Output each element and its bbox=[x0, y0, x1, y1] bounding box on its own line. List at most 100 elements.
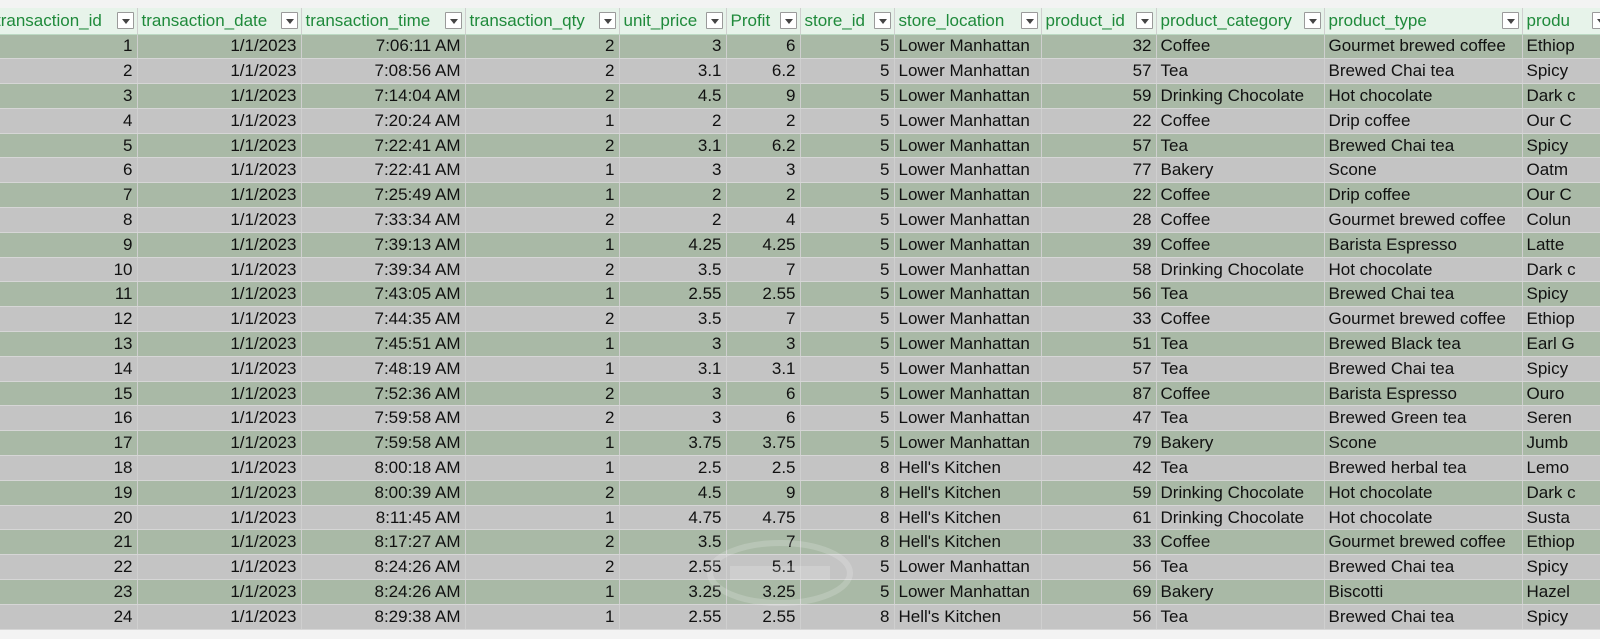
cell-transaction-qty[interactable]: 2 bbox=[465, 306, 620, 333]
cell-product-detail[interactable]: Oatm bbox=[1522, 157, 1600, 184]
cell-transaction-date[interactable]: 1/1/2023 bbox=[137, 554, 302, 581]
cell-transaction-qty[interactable]: 1 bbox=[465, 331, 620, 357]
cell-product-category[interactable]: Drinking Chocolate bbox=[1156, 505, 1325, 531]
cell-product-detail[interactable]: Spicy bbox=[1522, 604, 1600, 630]
cell-product-type[interactable]: Scone bbox=[1324, 157, 1523, 184]
cell-product-detail[interactable]: Lemo bbox=[1522, 455, 1600, 481]
cell-unit-price[interactable]: 3 bbox=[619, 157, 727, 184]
cell-store-location[interactable]: Lower Manhattan bbox=[894, 554, 1042, 581]
cell-product-id[interactable]: 87 bbox=[1041, 381, 1157, 407]
cell-product-category[interactable]: Tea bbox=[1156, 58, 1325, 85]
column-header-transaction-id[interactable]: transaction_id bbox=[0, 8, 138, 35]
cell-product-detail[interactable]: Colun bbox=[1522, 207, 1600, 233]
cell-unit-price[interactable]: 4.5 bbox=[619, 83, 727, 109]
cell-product-detail[interactable]: Spicy bbox=[1522, 58, 1600, 85]
cell-transaction-time[interactable]: 7:22:41 AM bbox=[301, 157, 466, 184]
cell-product-detail[interactable]: Ethiop bbox=[1522, 34, 1600, 60]
cell-transaction-qty[interactable]: 1 bbox=[465, 505, 620, 531]
cell-store-id[interactable]: 5 bbox=[800, 579, 895, 605]
cell-transaction-id[interactable]: 23 bbox=[0, 579, 138, 605]
column-header-store-id[interactable]: store_id bbox=[800, 8, 895, 35]
cell-product-category[interactable]: Drinking Chocolate bbox=[1156, 83, 1325, 109]
cell-product-id[interactable]: 28 bbox=[1041, 207, 1157, 233]
cell-store-id[interactable]: 5 bbox=[800, 430, 895, 457]
column-header-transaction-time[interactable]: transaction_time bbox=[301, 8, 466, 35]
cell-product-type[interactable]: Drip coffee bbox=[1324, 182, 1523, 209]
cell-product-detail[interactable]: Dark c bbox=[1522, 480, 1600, 506]
cell-transaction-id[interactable]: 21 bbox=[0, 529, 138, 556]
cell-unit-price[interactable]: 3.75 bbox=[619, 430, 727, 457]
cell-product-detail[interactable]: Spicy bbox=[1522, 356, 1600, 382]
cell-store-id[interactable]: 5 bbox=[800, 554, 895, 581]
cell-unit-price[interactable]: 3.5 bbox=[619, 306, 727, 333]
cell-transaction-time[interactable]: 7:48:19 AM bbox=[301, 356, 466, 382]
cell-product-type[interactable]: Brewed Chai tea bbox=[1324, 554, 1523, 581]
cell-transaction-date[interactable]: 1/1/2023 bbox=[137, 505, 302, 531]
cell-unit-price[interactable]: 2 bbox=[619, 207, 727, 233]
cell-product-id[interactable]: 56 bbox=[1041, 604, 1157, 630]
cell-transaction-date[interactable]: 1/1/2023 bbox=[137, 232, 302, 258]
cell-store-id[interactable]: 5 bbox=[800, 232, 895, 258]
cell-transaction-id[interactable]: 13 bbox=[0, 331, 138, 357]
cell-store-location[interactable]: Lower Manhattan bbox=[894, 381, 1042, 407]
cell-product-id[interactable]: 61 bbox=[1041, 505, 1157, 531]
cell-product-detail[interactable]: Spicy bbox=[1522, 133, 1600, 159]
cell-transaction-time[interactable]: 7:59:58 AM bbox=[301, 405, 466, 432]
table-row[interactable]: 12 1/1/2023 7:44:35 AM 2 3.5 7 5 Lower Manhatta… bbox=[0, 306, 1600, 333]
dropdown-arrow-icon[interactable] bbox=[1591, 12, 1600, 29]
cell-transaction-date[interactable]: 1/1/2023 bbox=[137, 182, 302, 209]
cell-unit-price[interactable]: 4.5 bbox=[619, 480, 727, 506]
cell-store-id[interactable]: 5 bbox=[800, 306, 895, 333]
cell-unit-price[interactable]: 2.55 bbox=[619, 281, 727, 308]
cell-product-category[interactable]: Coffee bbox=[1156, 529, 1325, 556]
cell-transaction-time[interactable]: 7:33:34 AM bbox=[301, 207, 466, 233]
cell-transaction-id[interactable]: 19 bbox=[0, 480, 138, 506]
cell-product-category[interactable]: Coffee bbox=[1156, 34, 1325, 60]
cell-product-type[interactable]: Barista Espresso bbox=[1324, 232, 1523, 258]
cell-product-id[interactable]: 79 bbox=[1041, 430, 1157, 457]
table-row[interactable]: 9 1/1/2023 7:39:13 AM 1 4.25 4.25 5 Lower Manha… bbox=[0, 232, 1600, 258]
cell-profit[interactable]: 4 bbox=[726, 207, 801, 233]
cell-profit[interactable]: 3 bbox=[726, 157, 801, 184]
cell-product-id[interactable]: 51 bbox=[1041, 331, 1157, 357]
cell-store-location[interactable]: Lower Manhattan bbox=[894, 108, 1042, 134]
cell-product-category[interactable]: Coffee bbox=[1156, 108, 1325, 134]
cell-store-id[interactable]: 5 bbox=[800, 257, 895, 283]
cell-product-type[interactable]: Barista Espresso bbox=[1324, 381, 1523, 407]
cell-transaction-date[interactable]: 1/1/2023 bbox=[137, 207, 302, 233]
cell-store-id[interactable]: 5 bbox=[800, 331, 895, 357]
cell-unit-price[interactable]: 3 bbox=[619, 381, 727, 407]
cell-transaction-date[interactable]: 1/1/2023 bbox=[137, 430, 302, 457]
cell-unit-price[interactable]: 3.5 bbox=[619, 257, 727, 283]
cell-transaction-qty[interactable]: 1 bbox=[465, 579, 620, 605]
cell-store-location[interactable]: Lower Manhattan bbox=[894, 157, 1042, 184]
cell-profit[interactable]: 2.55 bbox=[726, 604, 801, 630]
cell-product-category[interactable]: Coffee bbox=[1156, 182, 1325, 209]
cell-transaction-qty[interactable]: 2 bbox=[465, 58, 620, 85]
dropdown-arrow-icon[interactable] bbox=[1303, 12, 1321, 29]
cell-store-id[interactable]: 8 bbox=[800, 604, 895, 630]
cell-transaction-id[interactable]: 4 bbox=[0, 108, 138, 134]
cell-product-type[interactable]: Brewed Green tea bbox=[1324, 405, 1523, 432]
cell-unit-price[interactable]: 2 bbox=[619, 182, 727, 209]
table-row[interactable]: 4 1/1/2023 7:20:24 AM 1 2 2 5 Lower Manhattan 22… bbox=[0, 108, 1600, 134]
cell-store-id[interactable]: 8 bbox=[800, 480, 895, 506]
cell-store-location[interactable]: Lower Manhattan bbox=[894, 182, 1042, 209]
cell-store-id[interactable]: 5 bbox=[800, 133, 895, 159]
cell-store-id[interactable]: 5 bbox=[800, 405, 895, 432]
cell-product-type[interactable]: Gourmet brewed coffee bbox=[1324, 306, 1523, 333]
cell-product-detail[interactable]: Seren bbox=[1522, 405, 1600, 432]
cell-unit-price[interactable]: 3.1 bbox=[619, 133, 727, 159]
column-header-store-location[interactable]: store_location bbox=[894, 8, 1042, 35]
cell-product-category[interactable]: Tea bbox=[1156, 405, 1325, 432]
cell-transaction-time[interactable]: 7:59:58 AM bbox=[301, 430, 466, 457]
cell-transaction-qty[interactable]: 1 bbox=[465, 157, 620, 184]
cell-product-category[interactable]: Tea bbox=[1156, 281, 1325, 308]
cell-store-id[interactable]: 5 bbox=[800, 356, 895, 382]
cell-product-category[interactable]: Bakery bbox=[1156, 157, 1325, 184]
cell-store-id[interactable]: 5 bbox=[800, 381, 895, 407]
cell-store-id[interactable]: 5 bbox=[800, 157, 895, 184]
cell-transaction-date[interactable]: 1/1/2023 bbox=[137, 356, 302, 382]
cell-unit-price[interactable]: 4.75 bbox=[619, 505, 727, 531]
cell-store-location[interactable]: Lower Manhattan bbox=[894, 579, 1042, 605]
